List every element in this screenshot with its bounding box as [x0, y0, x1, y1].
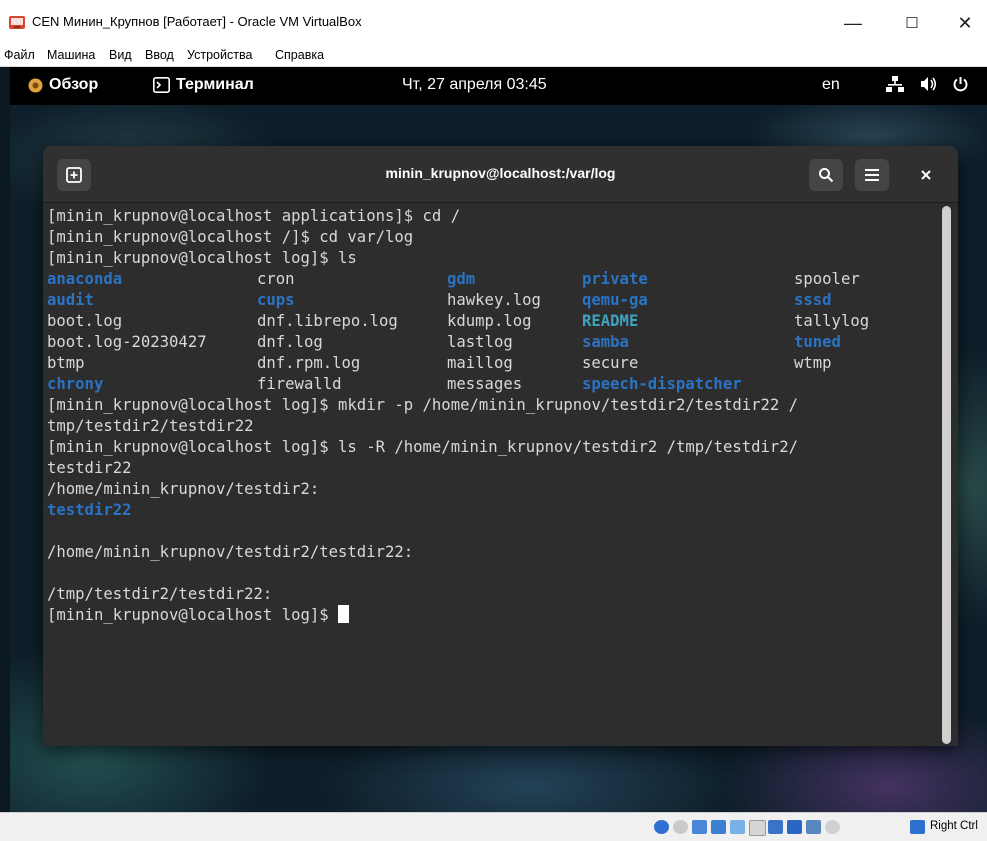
menu-file[interactable]: Файл — [4, 48, 35, 62]
terminal-line: [minin_krupnov@localhost /]$ cd var/log — [47, 228, 414, 246]
menu-view[interactable]: Вид — [109, 48, 132, 62]
file-entry: lastlog — [447, 333, 513, 351]
ls-output-grid: anaconda cron gdm private spooler audit cups ha… — [47, 269, 937, 395]
file-entry: kdump.log — [447, 312, 532, 330]
terminal-app-icon — [153, 77, 170, 93]
network-icon[interactable] — [886, 76, 904, 92]
menu-input[interactable]: Ввод — [145, 48, 174, 62]
terminal-line: /home/minin_krupnov/testdir2: — [47, 480, 320, 498]
directory-entry: tuned — [794, 333, 841, 351]
terminal-line: testdir22 — [47, 459, 132, 477]
file-entry: cron — [257, 270, 295, 288]
terminal-header-bar: minin_krupnov@localhost:/var/log — [43, 146, 958, 203]
search-icon — [819, 168, 834, 183]
minimize-button[interactable]: — — [836, 8, 870, 38]
text-cursor — [338, 605, 350, 623]
display-status-icon[interactable] — [768, 820, 783, 834]
file-entry: secure — [582, 354, 639, 372]
terminal-line: /home/minin_krupnov/testdir2/testdir22: — [47, 543, 414, 561]
audio-status-icon[interactable] — [692, 820, 707, 834]
file-entry: hawkey.log — [447, 291, 541, 309]
app-menu-terminal[interactable]: Терминал — [153, 76, 254, 94]
hamburger-menu-button[interactable] — [855, 159, 889, 191]
virtualbox-status-bar: Right Ctrl — [0, 812, 987, 841]
file-entry: tallylog — [794, 312, 870, 330]
usb-status-icon[interactable] — [730, 820, 745, 834]
terminal-line: [minin_krupnov@localhost log]$ mkdir -p … — [47, 396, 799, 414]
directory-entry: chrony — [47, 375, 104, 393]
volume-icon[interactable] — [920, 76, 938, 92]
harddisk-status-icon[interactable] — [654, 820, 669, 834]
file-entry: dnf.librepo.log — [257, 312, 398, 330]
host-key-label: Right Ctrl — [930, 820, 978, 832]
directory-entry: anaconda — [47, 270, 123, 288]
file-entry: boot.log — [47, 312, 123, 330]
menu-help[interactable]: Справка — [275, 48, 324, 62]
terminal-line: [minin_krupnov@localhost log]$ ls — [47, 249, 357, 267]
recording-status-icon[interactable] — [787, 820, 802, 834]
file-entry: README — [582, 312, 639, 330]
directory-entry: sssd — [794, 291, 832, 309]
file-entry: maillog — [447, 354, 513, 372]
virtualbox-title-bar: CEN Минин_Крупнов [Работает] - Oracle VM… — [0, 0, 987, 44]
directory-entry: samba — [582, 333, 629, 351]
keyboard-capture-icon[interactable] — [910, 820, 925, 834]
terminal-close-button[interactable] — [915, 164, 937, 186]
directory-entry: private — [582, 270, 648, 288]
directory-entry: audit — [47, 291, 94, 309]
directory-entry: speech-dispatcher — [582, 375, 742, 393]
gnome-top-bar: Обзор Терминал Чт, 27 апреля 03:45 en — [10, 67, 987, 105]
mouse-integration-status-icon[interactable] — [825, 820, 840, 834]
directory-entry: cups — [257, 291, 295, 309]
directory-entry: qemu-ga — [582, 291, 648, 309]
file-entry: btmp — [47, 354, 85, 372]
file-entry: wtmp — [794, 354, 832, 372]
file-entry: dnf.log — [257, 333, 323, 351]
file-entry: dnf.rpm.log — [257, 354, 361, 372]
close-button[interactable]: ✕ — [948, 8, 982, 38]
file-entry: firewalld — [257, 375, 342, 393]
guest-desktop: Обзор Терминал Чт, 27 апреля 03:45 en mi… — [10, 67, 987, 812]
file-entry: boot.log-20230427 — [47, 333, 207, 351]
file-entry: spooler — [794, 270, 860, 288]
directory-entry: testdir22 — [47, 501, 132, 519]
search-button[interactable] — [809, 159, 843, 191]
clock[interactable]: Чт, 27 апреля 03:45 — [402, 76, 547, 94]
directory-entry: gdm — [447, 270, 476, 288]
fedora-logo-icon — [28, 78, 43, 92]
terminal-line: [minin_krupnov@localhost applications]$ … — [47, 207, 461, 225]
optical-drive-status-icon[interactable] — [673, 820, 688, 834]
terminal-line: /tmp/testdir2/testdir22: — [47, 585, 273, 603]
app-menu-label: Терминал — [176, 76, 254, 93]
prompt-text: [minin_krupnov@localhost log]$ — [47, 606, 339, 624]
terminal-line: [minin_krupnov@localhost log]$ ls -R /ho… — [47, 438, 799, 456]
prompt-line: [minin_krupnov@localhost log]$ — [47, 605, 937, 626]
activities-button[interactable]: Обзор — [27, 76, 98, 94]
vtx-status-icon[interactable] — [806, 820, 821, 834]
terminal-scrollbar[interactable] — [942, 206, 951, 744]
menu-devices[interactable]: Устройства — [187, 48, 252, 62]
keyboard-layout-indicator[interactable]: en — [822, 76, 840, 94]
hamburger-menu-icon — [865, 169, 879, 181]
virtualbox-app-icon — [9, 16, 25, 29]
menu-bar: Файл Машина Вид Ввод Устройства Справка — [0, 44, 987, 67]
terminal-window[interactable]: minin_krupnov@localhost:/var/log [minin_… — [43, 146, 958, 746]
terminal-line: tmp/testdir2/testdir22 — [47, 417, 254, 435]
shared-folders-status-icon[interactable] — [749, 820, 766, 836]
maximize-button[interactable]: ☐ — [895, 8, 929, 38]
close-icon — [921, 170, 931, 180]
terminal-output[interactable]: [minin_krupnov@localhost applications]$ … — [47, 206, 937, 742]
menu-machine[interactable]: Машина — [47, 48, 95, 62]
network-status-icon[interactable] — [711, 820, 726, 834]
window-title: CEN Минин_Крупнов [Работает] - Oracle VM… — [32, 14, 362, 29]
power-icon[interactable] — [952, 76, 969, 93]
activities-label: Обзор — [49, 76, 99, 93]
file-entry: messages — [447, 375, 523, 393]
